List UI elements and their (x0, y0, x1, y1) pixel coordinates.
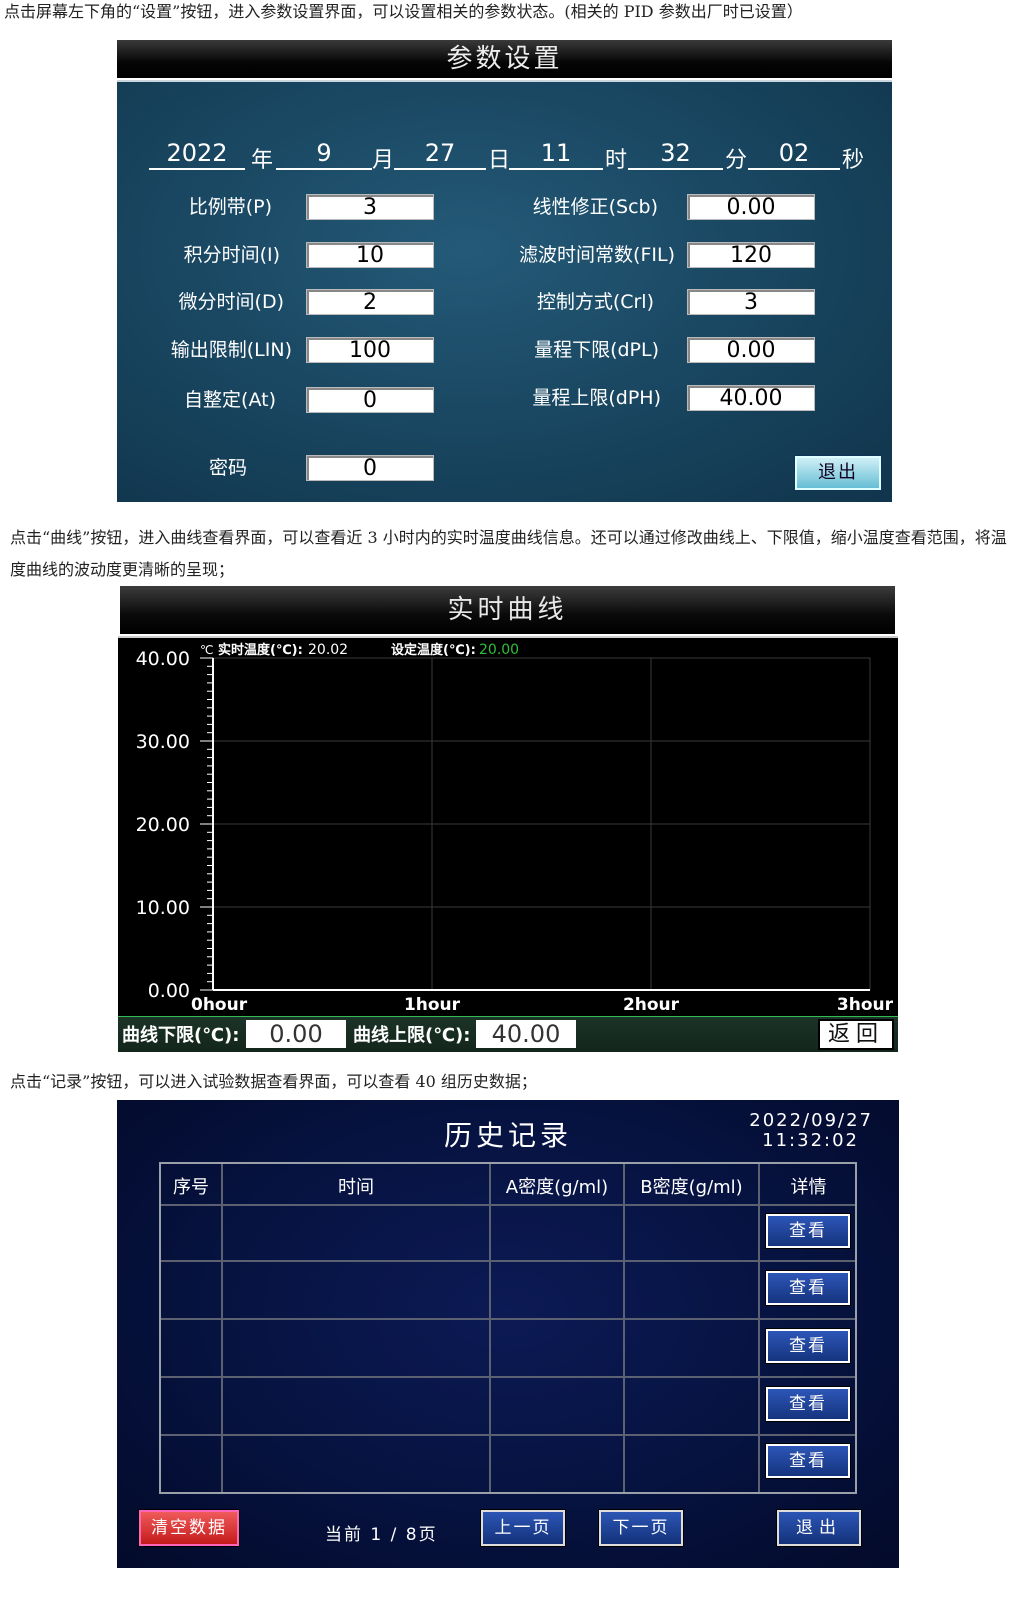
param-input-p[interactable]: 3 (306, 194, 434, 220)
param-input-lin[interactable]: 100 (306, 337, 434, 363)
settings-body: 2022 年 9 月 27 日 11 时 32 分 02 秒 比例带(P) 3 … (117, 80, 892, 502)
month-field[interactable]: 9 (276, 138, 372, 170)
y-tick-label: 10.00 (136, 897, 190, 919)
view-button[interactable]: 查看 (765, 1328, 851, 1364)
view-button[interactable]: 查看 (765, 1443, 851, 1479)
param-input-dpl[interactable]: 0.00 (687, 337, 815, 363)
history-date: 2022/09/27 (749, 1110, 873, 1131)
col-header-time: 时间 (338, 1177, 374, 1198)
param-label-i: 积分时间(I) (183, 244, 280, 266)
param-label-lin: 输出限制(LIN) (170, 339, 292, 361)
realtime-temp-value: 20.02 (308, 642, 348, 658)
page-indicator: 当前 1 / 8页 (325, 1525, 438, 1545)
param-input-scb[interactable]: 0.00 (687, 194, 815, 220)
history-time: 11:32:02 (762, 1130, 859, 1151)
upper-limit-label: 曲线上限(℃): (353, 1025, 471, 1046)
intro-paragraph-3: 点击“记录”按钮，可以进入试验数据查看界面，可以查看 40 组历史数据； (10, 1072, 537, 1091)
history-panel: 历史记录 2022/09/27 11:32:02 序号 时间 A密度(g/ml)… (117, 1100, 899, 1568)
unit-label: ℃ (200, 643, 213, 657)
param-label-at: 自整定(At) (184, 389, 276, 411)
password-input[interactable]: 0 (306, 455, 434, 481)
settings-panel: 参数设置 2022 年 9 月 27 日 11 时 32 分 02 秒 比例带(… (117, 40, 892, 502)
param-label-dpl: 量程下限(dPL) (534, 339, 659, 361)
lower-limit-input[interactable]: 0.00 (246, 1020, 346, 1048)
x-tick-label: 1hour (404, 995, 461, 1015)
exit-button[interactable]: 退出 (795, 456, 881, 490)
param-label-dph: 量程上限(dPH) (532, 387, 661, 409)
col-header-detail: 详情 (790, 1177, 827, 1198)
intro-paragraph-1: 点击屏幕左下角的“设置”按钮，进入参数设置界面，可以设置相关的参数状态。(相关的… (4, 2, 803, 21)
history-table: 序号 时间 A密度(g/ml) B密度(g/ml) 详情 查看 查看 查看 查看… (159, 1162, 857, 1494)
view-button[interactable]: 查看 (765, 1213, 851, 1249)
minute-unit: 分 (725, 148, 748, 173)
y-tick-label: 30.00 (136, 731, 190, 753)
upper-limit-input[interactable]: 40.00 (476, 1020, 576, 1048)
setpoint-temp-label: 设定温度(℃): (391, 642, 476, 658)
year-field[interactable]: 2022 (149, 138, 245, 170)
minute-field[interactable]: 32 (628, 138, 723, 170)
x-tick-label: 2hour (623, 995, 680, 1015)
curve-chart: ℃ 实时温度(℃): 20.02 设定温度(℃): 20.00 0.00 10.0… (136, 642, 894, 1015)
next-page-button[interactable]: 下一页 (598, 1509, 684, 1547)
day-field[interactable]: 27 (394, 138, 486, 170)
param-label-scb: 线性修正(Scb) (532, 196, 658, 218)
curve-title: 实时曲线 (120, 586, 895, 634)
param-label-p: 比例带(P) (188, 196, 272, 218)
param-label-fil: 滤波时间常数(FIL) (519, 244, 675, 266)
param-input-d[interactable]: 2 (306, 289, 434, 315)
second-unit: 秒 (842, 148, 865, 173)
exit-button[interactable]: 退出 (776, 1509, 862, 1547)
hour-unit: 时 (605, 148, 628, 173)
intro-paragraph-2: 点击“曲线”按钮，进入曲线查看界面，可以查看近 3 小时内的实时温度曲线信息。还… (10, 528, 1007, 579)
col-header-a-density: A密度(g/ml) (505, 1177, 609, 1198)
y-tick-label: 20.00 (136, 814, 190, 836)
curve-chart-area: ℃ 实时温度(℃): 20.02 设定温度(℃): 20.00 0.00 10.0… (118, 636, 898, 1016)
x-tick-label: 3hour (837, 995, 894, 1015)
col-header-index: 序号 (173, 1177, 209, 1198)
hour-field[interactable]: 11 (509, 138, 603, 170)
view-button[interactable]: 查看 (765, 1270, 851, 1306)
setpoint-temp-value: 20.00 (479, 642, 519, 658)
day-unit: 日 (488, 148, 511, 173)
curve-footer: 曲线下限(℃): 0.00 曲线上限(℃): 40.00 返回 (118, 1016, 898, 1052)
param-input-i[interactable]: 10 (306, 242, 434, 268)
view-button[interactable]: 查看 (765, 1386, 851, 1422)
settings-title: 参数设置 (117, 40, 892, 78)
month-unit: 月 (372, 148, 395, 173)
y-tick-label: 0.00 (148, 980, 190, 1002)
col-header-b-density: B密度(g/ml) (640, 1177, 743, 1198)
back-button[interactable]: 返回 (818, 1019, 894, 1050)
curve-panel: 实时曲线 ℃ 实时温度(℃): 20.02 设定温度(℃): 20.00 0.0… (118, 586, 898, 1052)
clear-data-button[interactable]: 清空数据 (138, 1509, 240, 1547)
lower-limit-label: 曲线下限(℃): (122, 1025, 240, 1046)
year-unit: 年 (251, 148, 274, 173)
param-input-at[interactable]: 0 (306, 387, 434, 413)
realtime-temp-label: 实时温度(℃): (218, 642, 303, 658)
second-field[interactable]: 02 (748, 138, 840, 170)
param-input-fil[interactable]: 120 (687, 242, 815, 268)
param-input-crl[interactable]: 3 (687, 289, 815, 315)
y-tick-label: 40.00 (136, 648, 190, 670)
x-tick-label: 0hour (191, 995, 248, 1015)
param-label-crl: 控制方式(Crl) (536, 291, 654, 313)
password-label: 密码 (208, 457, 247, 479)
param-label-d: 微分时间(D) (178, 291, 284, 313)
prev-page-button[interactable]: 上一页 (480, 1509, 566, 1547)
param-input-dph[interactable]: 40.00 (687, 385, 815, 411)
